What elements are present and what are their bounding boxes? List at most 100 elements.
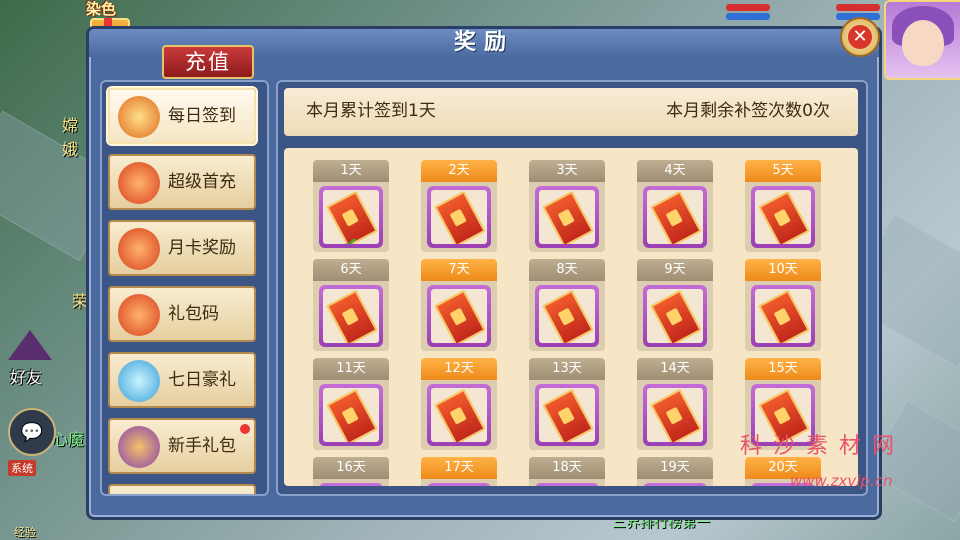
red-envelope-icon xyxy=(650,388,702,442)
day-reward-cell[interactable]: 9天 xyxy=(636,259,716,351)
money-bag-icon xyxy=(118,162,160,204)
reward-slot xyxy=(637,479,713,486)
reward-item-frame xyxy=(643,384,707,446)
system-badge: 系统 xyxy=(8,460,36,476)
coin-pouch-icon xyxy=(118,96,160,138)
day-label: 11天 xyxy=(313,358,389,380)
day-reward-cell[interactable]: 17天 xyxy=(420,457,500,486)
day-label: 19天 xyxy=(637,457,713,479)
red-envelope-icon xyxy=(758,289,810,343)
day-reward-cell[interactable]: 12天 xyxy=(420,358,500,450)
reward-slot xyxy=(313,380,389,450)
day-reward-cell[interactable]: 14天 xyxy=(636,358,716,450)
red-envelope-icon xyxy=(434,190,486,244)
day-reward-cell[interactable]: 8天 xyxy=(528,259,608,351)
day-label: 5天 xyxy=(745,160,821,182)
reward-slot xyxy=(637,182,713,252)
day-label: 18天 xyxy=(529,457,605,479)
watermark-url: www.zxvip.cn xyxy=(790,472,893,490)
reward-slot xyxy=(529,281,605,351)
game-hud-left: 嫦娥 荣 心魔 好友 💬 系统 经验 xyxy=(0,0,90,540)
reward-item-frame xyxy=(427,186,491,248)
reward-slot xyxy=(529,182,605,252)
reward-slot xyxy=(529,479,605,486)
reward-slot xyxy=(637,380,713,450)
sidebar-item[interactable] xyxy=(108,484,256,494)
reward-item-frame xyxy=(751,285,815,347)
friend-button[interactable]: 好友 xyxy=(2,330,58,387)
money-bag-icon xyxy=(118,294,160,336)
sidebar-item[interactable]: 新手礼包 xyxy=(108,418,256,474)
friend-hat-icon xyxy=(8,330,52,360)
sidebar-item[interactable]: 月卡奖励 xyxy=(108,220,256,276)
system-message: 系统 xyxy=(8,460,36,476)
hp-bar xyxy=(726,4,770,11)
avatar-face xyxy=(902,20,944,66)
sidebar-item-label: 七日豪礼 xyxy=(168,370,236,390)
reward-item-frame xyxy=(427,285,491,347)
sidebar-item-label: 礼包码 xyxy=(168,304,219,324)
day-label: 15天 xyxy=(745,358,821,380)
day-reward-cell[interactable]: 6天 xyxy=(312,259,392,351)
day-label: 10天 xyxy=(745,259,821,281)
watermark-text: 科 沙 素 材 网 xyxy=(740,434,896,459)
money-bag-icon xyxy=(118,228,160,270)
day-label: 9天 xyxy=(637,259,713,281)
npc-name-label: 心魔 xyxy=(52,430,85,449)
sidebar-item-label: 超级首充 xyxy=(168,172,236,192)
sidebar-item[interactable]: 每日签到 xyxy=(108,88,256,144)
recharge-button[interactable]: 充值 xyxy=(162,45,254,79)
day-label: 12天 xyxy=(421,358,497,380)
sidebar-item[interactable]: 超级首充 xyxy=(108,154,256,210)
chat-button[interactable]: 💬 xyxy=(8,408,56,456)
day-label: 6天 xyxy=(313,259,389,281)
day-reward-cell[interactable]: 1天 ✔ xyxy=(312,160,392,252)
reward-item-frame xyxy=(643,285,707,347)
reward-item-frame xyxy=(751,186,815,248)
checkmark-icon: ✔ xyxy=(343,234,358,244)
day-reward-cell[interactable]: 4天 xyxy=(636,160,716,252)
day-reward-cell[interactable]: 5天 xyxy=(744,160,824,252)
day-reward-cell[interactable]: 11天 xyxy=(312,358,392,450)
reward-slot xyxy=(745,281,821,351)
sidebar-item[interactable]: 礼包码 xyxy=(108,286,256,342)
day-label: 4天 xyxy=(637,160,713,182)
day-reward-cell[interactable]: 3天 xyxy=(528,160,608,252)
sidebar-item[interactable]: 七日豪礼 xyxy=(108,352,256,408)
dye-label: 染色 xyxy=(86,0,117,18)
reward-slot xyxy=(421,182,497,252)
day-reward-cell[interactable]: 19天 xyxy=(636,457,716,486)
red-envelope-icon xyxy=(650,289,702,343)
player-avatar[interactable] xyxy=(884,0,960,80)
day-label: 17天 xyxy=(421,457,497,479)
day-reward-cell[interactable]: 18天 xyxy=(528,457,608,486)
day-reward-cell[interactable]: 2天 xyxy=(420,160,500,252)
makeup-signin-remaining: 本月剩余补签次数0次 xyxy=(666,101,830,121)
day-reward-cell[interactable]: 13天 xyxy=(528,358,608,450)
red-envelope-icon xyxy=(542,190,594,244)
reward-item-frame xyxy=(319,285,383,347)
reward-item-frame xyxy=(319,483,383,486)
sign-in-info-bar: 本月累计签到1天 本月剩余补签次数0次 xyxy=(284,88,858,136)
reward-item-frame xyxy=(643,483,707,486)
day-reward-cell[interactable]: 16天 xyxy=(312,457,392,486)
notification-dot xyxy=(240,424,250,434)
close-icon: ✕ xyxy=(848,25,872,49)
reward-item-frame xyxy=(427,483,491,486)
chat-bubble-icon: 💬 xyxy=(20,421,44,443)
day-label: 8天 xyxy=(529,259,605,281)
red-envelope-icon xyxy=(650,190,702,244)
close-button[interactable]: ✕ xyxy=(840,17,880,57)
reward-slot xyxy=(421,380,497,450)
red-envelope-icon xyxy=(434,289,486,343)
reward-sidebar: 每日签到超级首充月卡奖励礼包码七日豪礼新手礼包 xyxy=(100,80,269,496)
reward-slot xyxy=(313,479,389,486)
day-reward-cell[interactable]: 10天 xyxy=(744,259,824,351)
sidebar-item-label: 月卡奖励 xyxy=(168,238,236,258)
day-reward-cell[interactable]: 7天 xyxy=(420,259,500,351)
day-label: 14天 xyxy=(637,358,713,380)
red-envelope-icon xyxy=(758,190,810,244)
reward-item-frame xyxy=(319,384,383,446)
jewel-bag-icon xyxy=(118,360,160,402)
reward-slot xyxy=(529,380,605,450)
